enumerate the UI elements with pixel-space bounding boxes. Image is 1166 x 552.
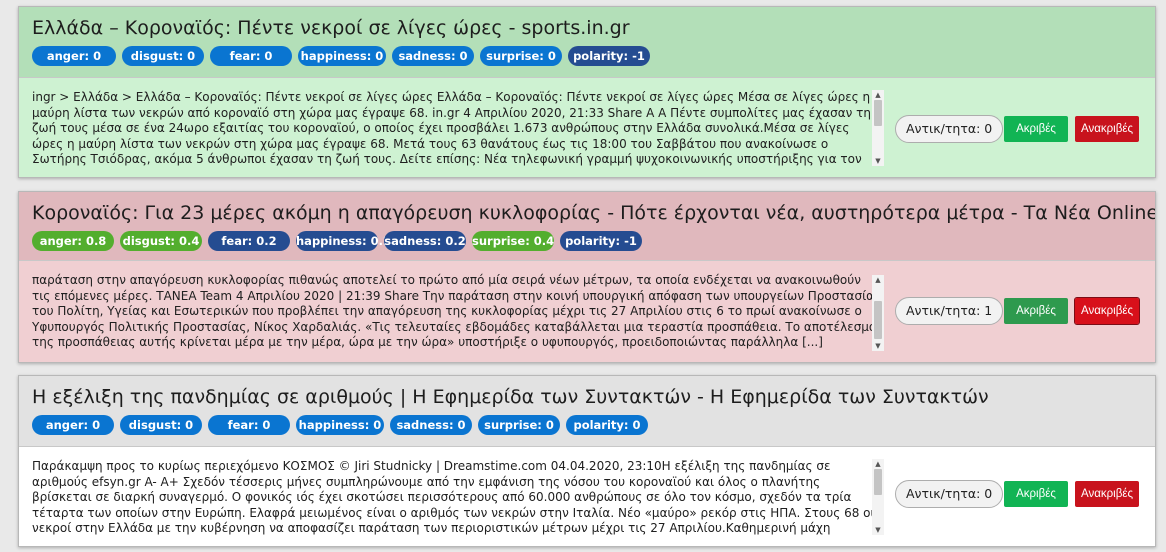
polarity-badge: polarity: 0	[566, 415, 648, 435]
counter-pill: Αντικ/τητα: 0	[895, 480, 1004, 508]
emotion-badges: anger: 0 disgust: 0 fear: 0 happiness: 0…	[32, 415, 1143, 435]
sadness-badge: sadness: 0.2	[384, 231, 466, 251]
scroll-down-icon[interactable]: ▼	[872, 341, 884, 351]
inaccurate-button[interactable]: Ανακριβές	[1074, 297, 1140, 325]
fear-badge: fear: 0	[210, 46, 292, 66]
anger-badge: anger: 0	[32, 46, 116, 66]
emotion-badges: anger: 0 disgust: 0 fear: 0 happiness: 0…	[32, 46, 1143, 66]
scrollbar-thumb[interactable]	[874, 100, 882, 126]
article-text: παράταση στην απαγόρευση κυκλοφορίας πιθ…	[32, 273, 882, 350]
scroll-up-icon[interactable]: ▲	[872, 275, 884, 285]
scroll-down-icon[interactable]: ▼	[872, 525, 884, 535]
article-card: Η εξέλιξη της πανδημίας σε αριθμούς | Η …	[18, 375, 1156, 547]
article-body: παράταση στην απαγόρευση κυκλοφορίας πιθ…	[19, 260, 1155, 362]
fear-badge: fear: 0	[208, 415, 290, 435]
disgust-badge: disgust: 0	[120, 415, 202, 435]
happiness-badge: happiness: 0	[298, 46, 386, 66]
emotion-badges: anger: 0.8 disgust: 0.4 fear: 0.2 happin…	[32, 231, 1143, 251]
article-body: ingr > Ελλάδα > Ελλάδα – Κοροναϊός: Πέντ…	[19, 77, 1155, 177]
article-card: Ελλάδα – Κοροναϊός: Πέντε νεκροί σε λίγε…	[18, 6, 1156, 178]
surprise-badge: surprise: 0.4	[472, 231, 554, 251]
scrollbar-thumb[interactable]	[874, 469, 882, 495]
accurate-button[interactable]: Ακριβές	[1004, 481, 1068, 507]
text-scrollbar[interactable]: ▲ ▼	[872, 90, 884, 166]
inaccurate-button[interactable]: Ανακριβές	[1075, 116, 1139, 142]
disgust-badge: disgust: 0	[122, 46, 204, 66]
surprise-badge: surprise: 0	[480, 46, 562, 66]
scroll-up-icon[interactable]: ▲	[872, 90, 884, 100]
happiness-badge: happiness: 0.2	[296, 231, 391, 251]
disgust-badge: disgust: 0.4	[120, 231, 202, 251]
sadness-badge: sadness: 0	[392, 46, 474, 66]
scroll-down-icon[interactable]: ▼	[872, 156, 884, 166]
article-body: Παράκαμψη προς το κυρίως περιεχόμενο ΚΟΣ…	[19, 446, 1155, 546]
polarity-badge: polarity: -1	[560, 231, 642, 251]
happiness-badge: happiness: 0	[296, 415, 384, 435]
scrollbar-thumb[interactable]	[874, 301, 882, 339]
counter-pill: Αντικ/τητα: 1	[895, 297, 1004, 325]
article-title: Ελλάδα – Κοροναϊός: Πέντε νεκροί σε λίγε…	[32, 17, 630, 39]
text-scrollbar[interactable]: ▲ ▼	[872, 275, 884, 351]
anger-badge: anger: 0	[32, 415, 114, 435]
article-card: Κοροναϊός: Για 23 μέρες ακόμη η απαγόρευ…	[18, 191, 1156, 363]
article-text: Παράκαμψη προς το κυρίως περιεχόμενο ΚΟΣ…	[32, 459, 875, 535]
accurate-button[interactable]: Ακριβές	[1004, 298, 1068, 324]
article-header: Κοροναϊός: Για 23 μέρες ακόμη η απαγόρευ…	[19, 192, 1155, 260]
inaccurate-button[interactable]: Ανακριβές	[1075, 481, 1139, 507]
scroll-up-icon[interactable]: ▲	[872, 459, 884, 469]
article-header: Η εξέλιξη της πανδημίας σε αριθμούς | Η …	[19, 376, 1155, 446]
text-scrollbar[interactable]: ▲ ▼	[872, 459, 884, 535]
accurate-button[interactable]: Ακριβές	[1004, 116, 1068, 142]
polarity-badge: polarity: -1	[568, 46, 650, 66]
surprise-badge: surprise: 0	[478, 415, 560, 435]
sadness-badge: sadness: 0	[390, 415, 472, 435]
article-header: Ελλάδα – Κοροναϊός: Πέντε νεκροί σε λίγε…	[19, 7, 1155, 77]
article-text: ingr > Ελλάδα > Ελλάδα – Κοροναϊός: Πέντ…	[32, 90, 871, 166]
counter-pill: Αντικ/τητα: 0	[895, 115, 1004, 143]
anger-badge: anger: 0.8	[32, 231, 114, 251]
fear-badge: fear: 0.2	[208, 231, 290, 251]
article-title: Η εξέλιξη της πανδημίας σε αριθμούς | Η …	[32, 386, 989, 408]
article-title: Κοροναϊός: Για 23 μέρες ακόμη η απαγόρευ…	[32, 202, 1156, 224]
